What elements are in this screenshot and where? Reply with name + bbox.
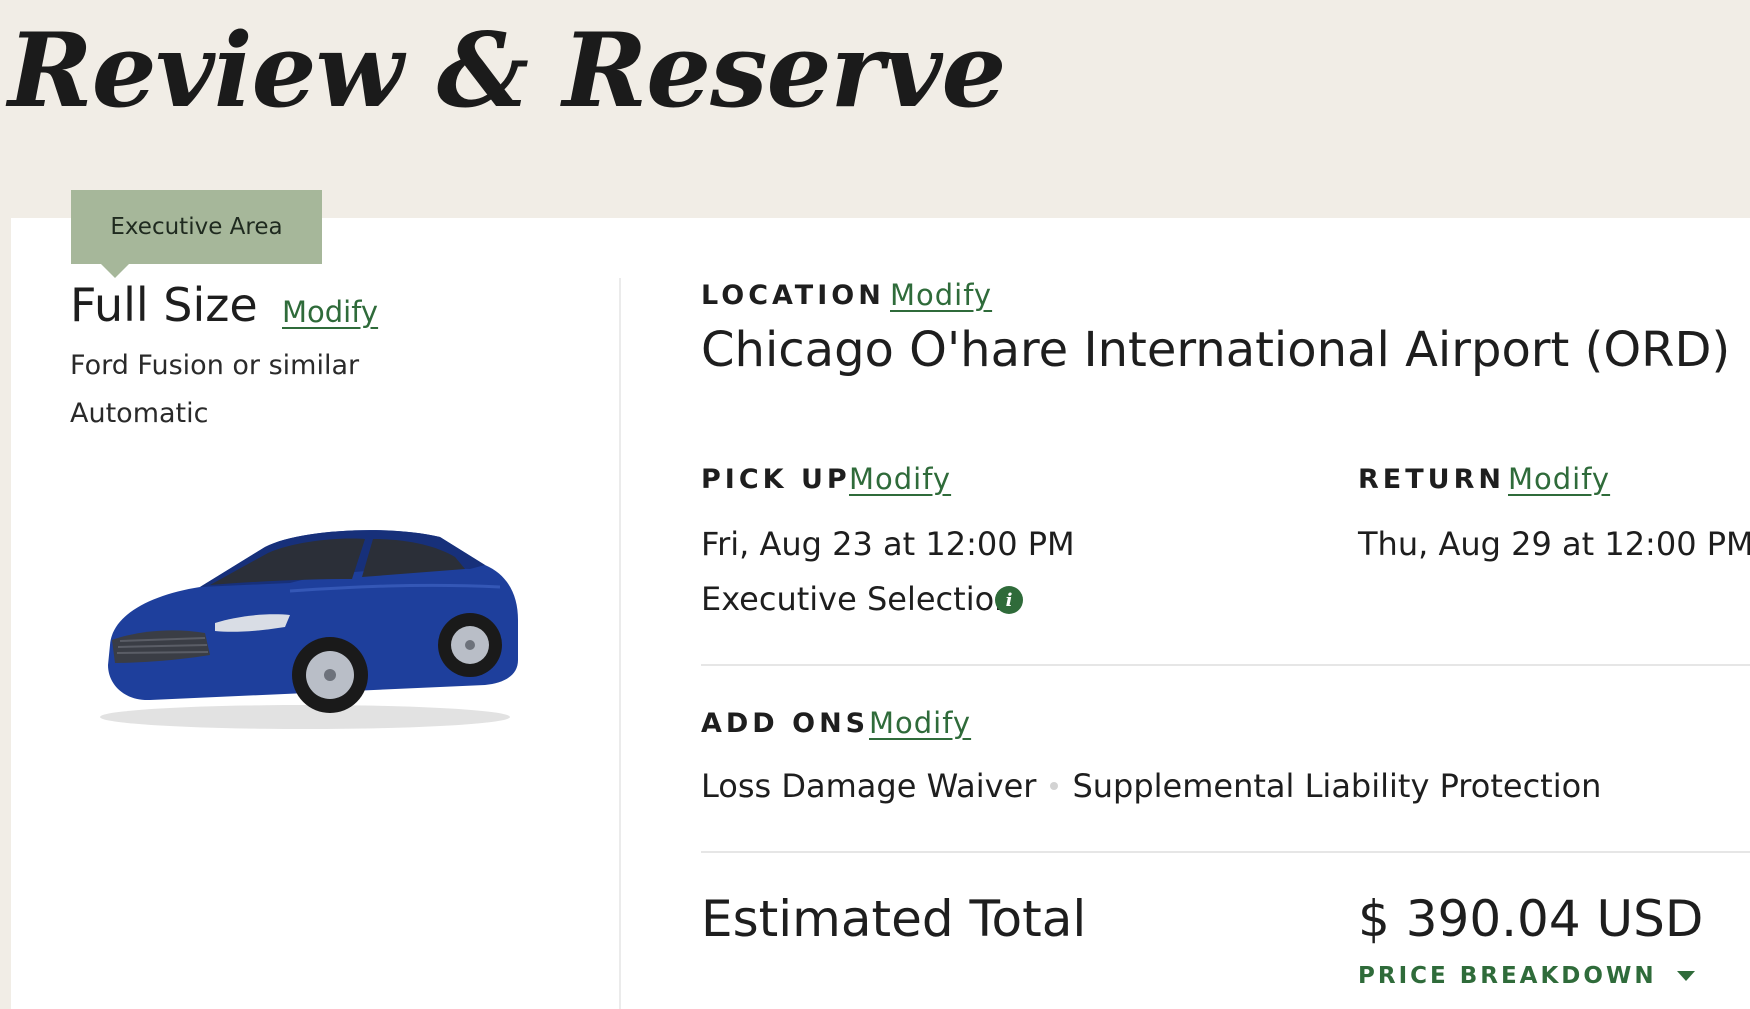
executive-selection: Executive Selection (701, 580, 1015, 618)
price-breakdown-label: PRICE BREAKDOWN (1358, 963, 1657, 989)
chevron-down-icon (1676, 971, 1695, 981)
return-datetime: Thu, Aug 29 at 12:00 PM (1358, 525, 1750, 563)
estimated-total-value: $ 390.04 USD (1358, 890, 1704, 948)
page-title: Review & Reserve (8, 11, 1006, 131)
info-icon[interactable]: i (995, 586, 1023, 614)
estimated-total-label: Estimated Total (701, 890, 1087, 948)
executive-area-badge: Executive Area (71, 190, 322, 278)
vehicle-modify-link[interactable]: Modify (282, 295, 378, 329)
section-divider (701, 851, 1750, 853)
location-value: Chicago O'hare International Airport (OR… (701, 322, 1731, 378)
addon-item: Supplemental Liability Protection (1072, 767, 1602, 805)
addons-list: Loss Damage Waiver Supplemental Liabilit… (701, 767, 1601, 805)
column-divider (619, 278, 621, 1009)
pickup-datetime: Fri, Aug 23 at 12:00 PM (701, 525, 1075, 563)
vehicle-class: Full Size (70, 278, 258, 332)
addon-item: Loss Damage Waiver (701, 767, 1037, 805)
location-label: LOCATION (701, 280, 885, 311)
car-image (100, 530, 518, 729)
vehicle-transmission: Automatic (70, 398, 209, 429)
addons-modify-link[interactable]: Modify (869, 706, 971, 740)
addons-label: ADD ONS (701, 708, 870, 739)
pickup-label: PICK UP (701, 464, 851, 495)
price-breakdown-toggle[interactable]: PRICE BREAKDOWN (1358, 963, 1695, 989)
return-modify-link[interactable]: Modify (1508, 462, 1610, 496)
location-modify-link[interactable]: Modify (890, 278, 992, 312)
section-divider (701, 664, 1750, 666)
bullet-separator (1050, 782, 1059, 790)
return-label: RETURN (1358, 464, 1505, 495)
vehicle-model: Ford Fusion or similar (70, 350, 360, 381)
pickup-modify-link[interactable]: Modify (849, 462, 951, 496)
